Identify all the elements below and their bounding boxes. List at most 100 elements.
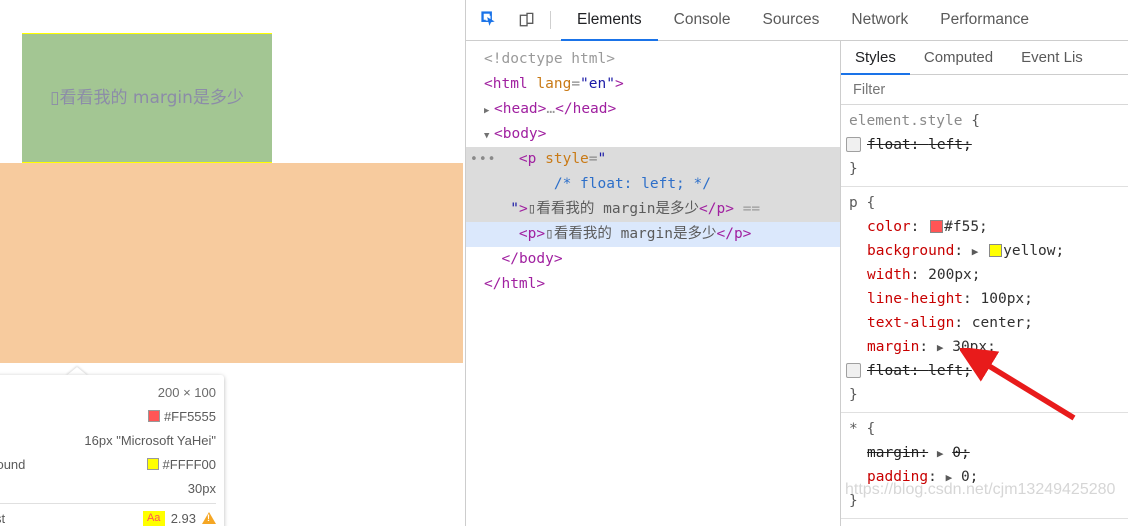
rule3-padding-prop[interactable]: padding — [867, 469, 928, 485]
rule3-decl-padding[interactable]: padding: ▶ 0; — [841, 465, 1128, 489]
rule2-color-value[interactable]: #f55 — [944, 219, 979, 235]
margin-box-highlight-overlay — [0, 163, 463, 363]
rule3-selector[interactable]: * — [841, 421, 858, 437]
rule2-decl-margin[interactable]: margin: ▶ 30px; — [841, 335, 1128, 359]
html-lang-value: "en" — [580, 76, 615, 92]
tooltip-font-value: 16px "Microsoft YaHei" — [84, 432, 216, 448]
rule2-float-prop[interactable]: float — [867, 363, 911, 379]
more-options-icon[interactable]: ••• — [470, 147, 496, 172]
tab-elements[interactable]: Elements — [561, 0, 658, 41]
devtools-toolbar: Elements Console Sources Network Perform… — [466, 0, 1128, 41]
rule2-width-prop[interactable]: width — [867, 267, 911, 283]
rule1-float-value[interactable]: left — [928, 137, 963, 153]
equals-marker: == — [742, 201, 761, 217]
tooltip-contrast-value-wrap: Aa 2.93 — [142, 510, 216, 526]
dom-line-html-close[interactable]: </html> — [466, 272, 840, 297]
dom-line-html-open[interactable]: <html lang="en"> — [466, 72, 840, 97]
tooltip-margin-value: 30px — [187, 480, 216, 496]
tooltip-divider — [0, 503, 216, 504]
rule2-line-height-value[interactable]: 100px — [981, 291, 1025, 307]
decl-enable-checkbox[interactable] — [846, 363, 861, 378]
rule2-background-value[interactable]: yellow — [1003, 243, 1055, 259]
tooltip-contrast-label: Contrast — [0, 510, 6, 526]
expand-triangle-icon[interactable]: ▶ — [972, 245, 979, 258]
rule2-decl-float[interactable]: float: left; — [841, 359, 1128, 383]
rule2-decl-text-align[interactable]: text-align: center; — [841, 311, 1128, 335]
tooltip-contrast-ratio: 2.93 — [170, 510, 196, 526]
color-swatch-icon — [147, 410, 160, 422]
inspect-element-icon[interactable] — [474, 6, 504, 34]
color-swatch-icon[interactable] — [930, 220, 944, 233]
rule2-background-prop[interactable]: background — [867, 243, 954, 259]
dom-line-doctype[interactable]: <!doctype html> — [466, 47, 840, 72]
styles-filter-bar[interactable] — [841, 75, 1128, 105]
rule3-decl-margin[interactable]: margin: ▶ 0; — [841, 441, 1128, 465]
rule2-decl-background[interactable]: background: ▶ yellow; — [841, 239, 1128, 263]
rule3-selector-line: * { — [841, 417, 1128, 441]
head-tag-name-close: head — [572, 101, 608, 117]
dom-line-p-styled-close[interactable]: ">▯看看我的 margin是多少</p> == — [466, 197, 840, 222]
decl-enable-checkbox[interactable] — [846, 137, 861, 152]
dom-line-p-selected[interactable]: <p>▯看看我的 margin是多少</p> — [466, 222, 840, 247]
tab-network[interactable]: Network — [835, 0, 924, 41]
rule2-margin-value[interactable]: 30px — [952, 339, 987, 355]
device-toolbar-icon[interactable] — [512, 6, 542, 34]
p2-tag-name-close: p — [733, 226, 743, 242]
rule1-selector[interactable]: element.style — [841, 113, 963, 129]
dom-tree-pane[interactable]: <!doctype html> <html lang="en"> ▶ <head>… — [466, 41, 841, 526]
rule2-text-align-value[interactable]: center — [972, 315, 1024, 331]
toolbar-divider — [550, 11, 551, 29]
expand-triangle-icon[interactable]: ▶ — [946, 471, 953, 484]
tooltip-contrast-row: Contrast Aa 2.93 — [0, 506, 216, 526]
rule2-selector-line: p { — [841, 191, 1128, 215]
rule2-decl-line-height[interactable]: line-height: 100px; — [841, 287, 1128, 311]
tab-console[interactable]: Console — [658, 0, 747, 41]
css-rule-element-style: element.style { float: left; } — [841, 105, 1128, 187]
rule2-float-value[interactable]: left — [928, 363, 963, 379]
styles-filter-input[interactable] — [851, 80, 1128, 99]
tooltip-background-value-wrap: #FFFF00 — [146, 456, 216, 472]
rule3-margin-value-wrap[interactable]: 0; — [952, 445, 969, 461]
rule3-margin-prop[interactable]: margin — [867, 445, 919, 461]
rule2-decl-color[interactable]: color: #f55; — [841, 215, 1128, 239]
dom-line-p-style-comment[interactable]: /* float: left; */ — [466, 172, 840, 197]
rule3-padding-value[interactable]: 0 — [961, 469, 970, 485]
rule2-decl-width[interactable]: width: 200px; — [841, 263, 1128, 287]
rule3-close-brace: } — [849, 493, 858, 509]
rule2-selector[interactable]: p — [841, 195, 858, 211]
chevron-down-icon[interactable]: ▼ — [484, 124, 494, 149]
expand-triangle-icon[interactable]: ▶ — [937, 341, 944, 354]
tab-computed[interactable]: Computed — [910, 41, 1007, 74]
devtools-body: <!doctype html> <html lang="en"> ▶ <head>… — [466, 41, 1128, 526]
tab-performance[interactable]: Performance — [924, 0, 1045, 41]
html-lang-attr: lang — [536, 76, 572, 92]
dom-line-head[interactable]: ▶ <head>…</head> — [466, 97, 840, 122]
rule2-line-height-prop[interactable]: line-height — [867, 291, 963, 307]
dom-line-p-styled-open[interactable]: ••• <p style=" — [466, 147, 840, 172]
tooltip-background-value: #FFFF00 — [162, 456, 216, 472]
chevron-right-icon[interactable]: ▶ — [484, 99, 494, 124]
rule2-margin-prop[interactable]: margin — [867, 339, 919, 355]
tab-sources[interactable]: Sources — [747, 0, 836, 41]
rule2-width-value[interactable]: 200px — [928, 267, 972, 283]
rule3-margin-value[interactable]: 0 — [952, 445, 961, 461]
page-viewport: ▯看看我的 margin是多少 ▯看看我的 margin是多少 p 200 × … — [0, 0, 464, 526]
dom-line-body-close[interactable]: </body> — [466, 247, 840, 272]
rule1-decl-float[interactable]: float: left; — [841, 133, 1128, 157]
rule1-close-brace: } — [849, 161, 858, 177]
rule2-open-brace: { — [866, 195, 876, 211]
expand-triangle-icon[interactable]: ▶ — [937, 447, 944, 460]
rule2-text-align-prop[interactable]: text-align — [867, 315, 954, 331]
tooltip-margin-row: Margin 30px — [0, 476, 216, 500]
rule2-color-prop[interactable]: color — [867, 219, 911, 235]
element-info-tooltip: p 200 × 100 Color #FF5555 Font 16px "Mic… — [0, 375, 224, 526]
background-swatch-icon[interactable] — [989, 244, 1003, 257]
rule1-float-prop[interactable]: float — [867, 137, 911, 153]
tooltip-header-row: p 200 × 100 — [0, 380, 216, 404]
tab-styles[interactable]: Styles — [841, 41, 910, 75]
head-tag-name: head — [502, 101, 538, 117]
css-rules-area: element.style { float: left; } p { color… — [841, 105, 1128, 526]
dom-line-body-open[interactable]: ▼ <body> — [466, 122, 840, 147]
rule2-close-brace: } — [849, 387, 858, 403]
tab-event-listeners[interactable]: Event Lis — [1007, 41, 1097, 74]
